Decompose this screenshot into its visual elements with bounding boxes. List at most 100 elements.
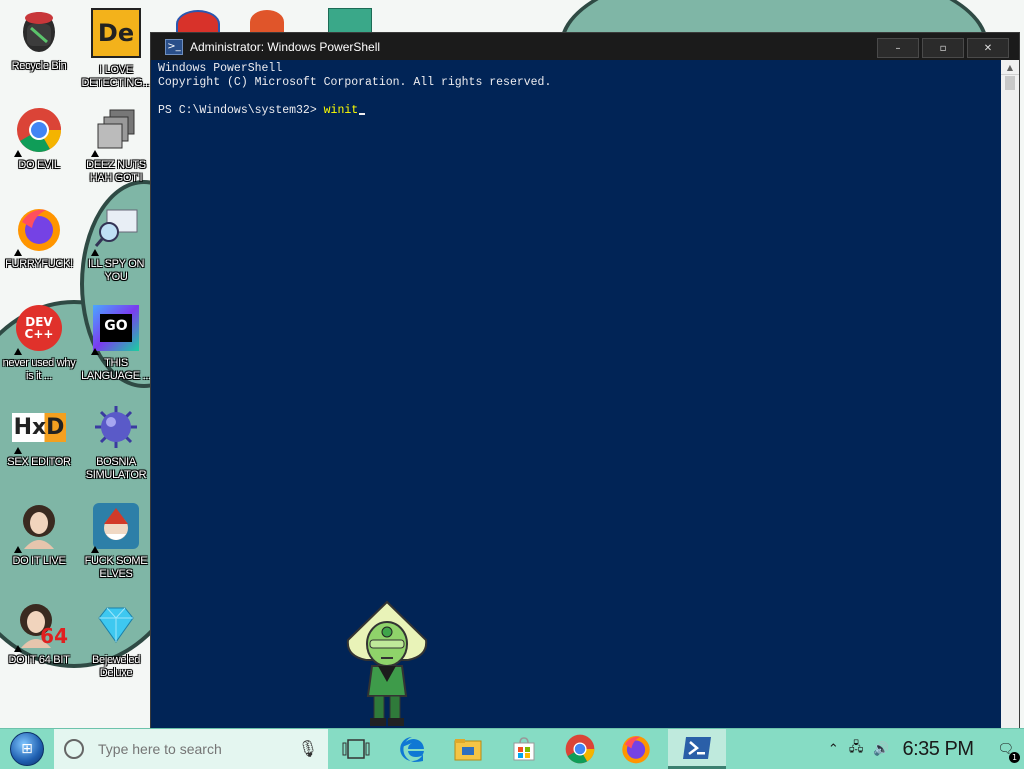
- shortcut-arrow-icon: [91, 249, 99, 256]
- tray-overflow-chevron-icon[interactable]: ⌃: [828, 742, 839, 757]
- shortcut-arrow-icon: [14, 447, 22, 454]
- cortana-icon: [64, 739, 84, 759]
- text-cursor: [359, 113, 366, 115]
- powershell-icon: [683, 736, 711, 759]
- start-button[interactable]: ⊞: [0, 729, 54, 769]
- volume-icon[interactable]: 🔊: [873, 742, 889, 757]
- file-explorer-icon: [454, 739, 482, 761]
- devcpp-icon: DEV C++: [14, 305, 62, 355]
- network-icon[interactable]: 🖧: [849, 738, 864, 760]
- desktop-icon-label: DO IT 64 BIT: [8, 654, 70, 666]
- console-prompt: PS C:\Windows\system32>: [158, 104, 324, 117]
- desktop-icon-label: DEEZ NUTS HAH GOT'I: [86, 159, 146, 184]
- powershell-icon: >_: [165, 38, 183, 55]
- desktop-icon-label: BOSNIA SIMULATOR: [85, 456, 147, 481]
- desktop-icon-label: ILL SPY ON YOU: [87, 258, 145, 283]
- windows-logo-icon: ⊞: [10, 732, 44, 766]
- hxd-icon: HxD: [11, 404, 67, 454]
- window-stack-icon: [91, 107, 139, 157]
- diamond-icon: [93, 602, 139, 648]
- firefox-icon: [622, 735, 650, 764]
- desktop-icon-ill-spy-on-you[interactable]: ILL SPY ON YOU: [78, 206, 154, 284]
- portrait-64-icon: 64: [14, 602, 68, 652]
- desktop-icon-do-it-64-bit[interactable]: 64 DO IT 64 BIT: [1, 602, 77, 667]
- maximize-button[interactable]: ▫: [922, 38, 964, 58]
- desktop-icon-recycle-bin[interactable]: Recycle Bin: [1, 8, 77, 73]
- shortcut-arrow-icon: [91, 348, 99, 355]
- taskbar-store[interactable]: [496, 729, 552, 769]
- shortcut-arrow-icon: [91, 150, 99, 157]
- elf-game-icon: [91, 503, 139, 553]
- minimize-button[interactable]: –: [877, 38, 919, 58]
- taskbar-firefox[interactable]: [608, 729, 664, 769]
- mine-ball-icon: [93, 404, 139, 450]
- taskbar-search[interactable]: 🎙: [54, 729, 328, 769]
- taskbar-file-explorer[interactable]: [440, 729, 496, 769]
- console-output[interactable]: Windows PowerShell Copyright (C) Microso…: [151, 60, 1001, 729]
- console-command: winit: [323, 104, 359, 117]
- desktop-icon-label: I LOVE DETECTING...: [81, 64, 151, 89]
- taskbar-edge[interactable]: [384, 729, 440, 769]
- shortcut-arrow-icon: [91, 546, 99, 553]
- task-view-icon: [342, 739, 370, 759]
- desktop-icon-do-evil[interactable]: DO EVIL: [1, 107, 77, 172]
- notification-count-badge: 1: [1009, 751, 1020, 763]
- chrome-icon: [14, 107, 62, 157]
- desktop-icon-bosnia-simulator[interactable]: BOSNIA SIMULATOR: [78, 404, 154, 482]
- close-button[interactable]: ✕: [967, 38, 1009, 58]
- taskbar-powershell[interactable]: [668, 729, 726, 769]
- taskbar-clock[interactable]: 6:35 PM: [903, 738, 974, 761]
- taskbar: ⊞ 🎙 ⌃ 🖧 🔊 6:35 PM 🗨 1: [0, 728, 1024, 769]
- recycle-bin-icon: [16, 8, 62, 54]
- desktop-pet-character[interactable]: [344, 600, 430, 728]
- scrollbar-thumb[interactable]: [1005, 76, 1015, 90]
- shortcut-arrow-icon: [14, 348, 22, 355]
- desktop-icon-label: SEX EDITOR: [7, 456, 71, 468]
- goland-icon: GO: [91, 305, 139, 355]
- desktop-icon-deez-nuts[interactable]: DEEZ NUTS HAH GOT'I: [78, 107, 154, 185]
- taskbar-chrome[interactable]: [552, 729, 608, 769]
- desktop-icon-de-app[interactable]: De I LOVE DETECTING...: [78, 8, 154, 90]
- spy-magnifier-icon: [91, 206, 139, 256]
- console-line: Windows PowerShell: [158, 62, 283, 75]
- window-title: Administrator: Windows PowerShell: [190, 39, 381, 54]
- search-input[interactable]: [96, 740, 300, 758]
- scroll-up-arrow-icon[interactable]: ▲: [1001, 60, 1019, 75]
- system-tray: ⌃ 🖧 🔊 6:35 PM 🗨 1: [823, 729, 1024, 769]
- desktop-icon-fuck-some-elves[interactable]: FUCK SOME ELVES: [78, 503, 154, 581]
- firefox-icon: [14, 206, 62, 256]
- powershell-window[interactable]: >_ Administrator: Windows PowerShell – ▫…: [150, 32, 1020, 730]
- console-prompt-line[interactable]: PS C:\Windows\system32> winit: [158, 104, 994, 118]
- desktop-icon-label: never used why is it ...: [2, 357, 76, 382]
- desktop-icon-label: DO IT LIVE: [12, 555, 66, 567]
- desktop-icon-furryfuck[interactable]: FURRYFUCK!: [1, 206, 77, 271]
- portrait-icon: [14, 503, 62, 553]
- shortcut-arrow-icon: [14, 645, 22, 652]
- desktop-icon-devcpp[interactable]: DEV C++ never used why is it ...: [1, 305, 77, 383]
- chrome-icon: [565, 734, 595, 764]
- window-controls: – ▫ ✕: [874, 38, 1009, 58]
- shortcut-arrow-icon: [14, 249, 22, 256]
- window-titlebar[interactable]: >_ Administrator: Windows PowerShell – ▫…: [151, 33, 1019, 60]
- store-icon: [513, 737, 535, 761]
- hidden-app-icon[interactable]: [250, 10, 284, 34]
- microphone-icon[interactable]: 🎙: [298, 739, 318, 758]
- desktop-icon-label: THIS LANGUAGE ...: [81, 357, 151, 382]
- desktop-icon-hxd[interactable]: HxD SEX EDITOR: [1, 404, 77, 469]
- edge-icon: [400, 737, 424, 762]
- console-line: Copyright (C) Microsoft Corporation. All…: [158, 76, 552, 89]
- de-app-icon: De: [91, 8, 141, 58]
- desktop-icon-label: Recycle Bin: [11, 60, 67, 72]
- shortcut-arrow-icon: [14, 150, 22, 157]
- action-center-button[interactable]: 🗨 1: [992, 742, 1020, 763]
- task-view-button[interactable]: [328, 729, 384, 769]
- desktop-icon-bejeweled[interactable]: Bejeweled Deluxe: [78, 602, 154, 680]
- desktop-icon-do-it-live[interactable]: DO IT LIVE: [1, 503, 77, 568]
- desktop-icon-label: FURRYFUCK!: [5, 258, 73, 270]
- desktop-icon-goland[interactable]: GO THIS LANGUAGE ...: [78, 305, 154, 383]
- desktop-icon-label: DO EVIL: [18, 159, 60, 171]
- vertical-scrollbar[interactable]: ▲: [1001, 60, 1019, 729]
- desktop-icon-label: Bejeweled Deluxe: [91, 654, 141, 679]
- desktop-icon-label: FUCK SOME ELVES: [84, 555, 148, 580]
